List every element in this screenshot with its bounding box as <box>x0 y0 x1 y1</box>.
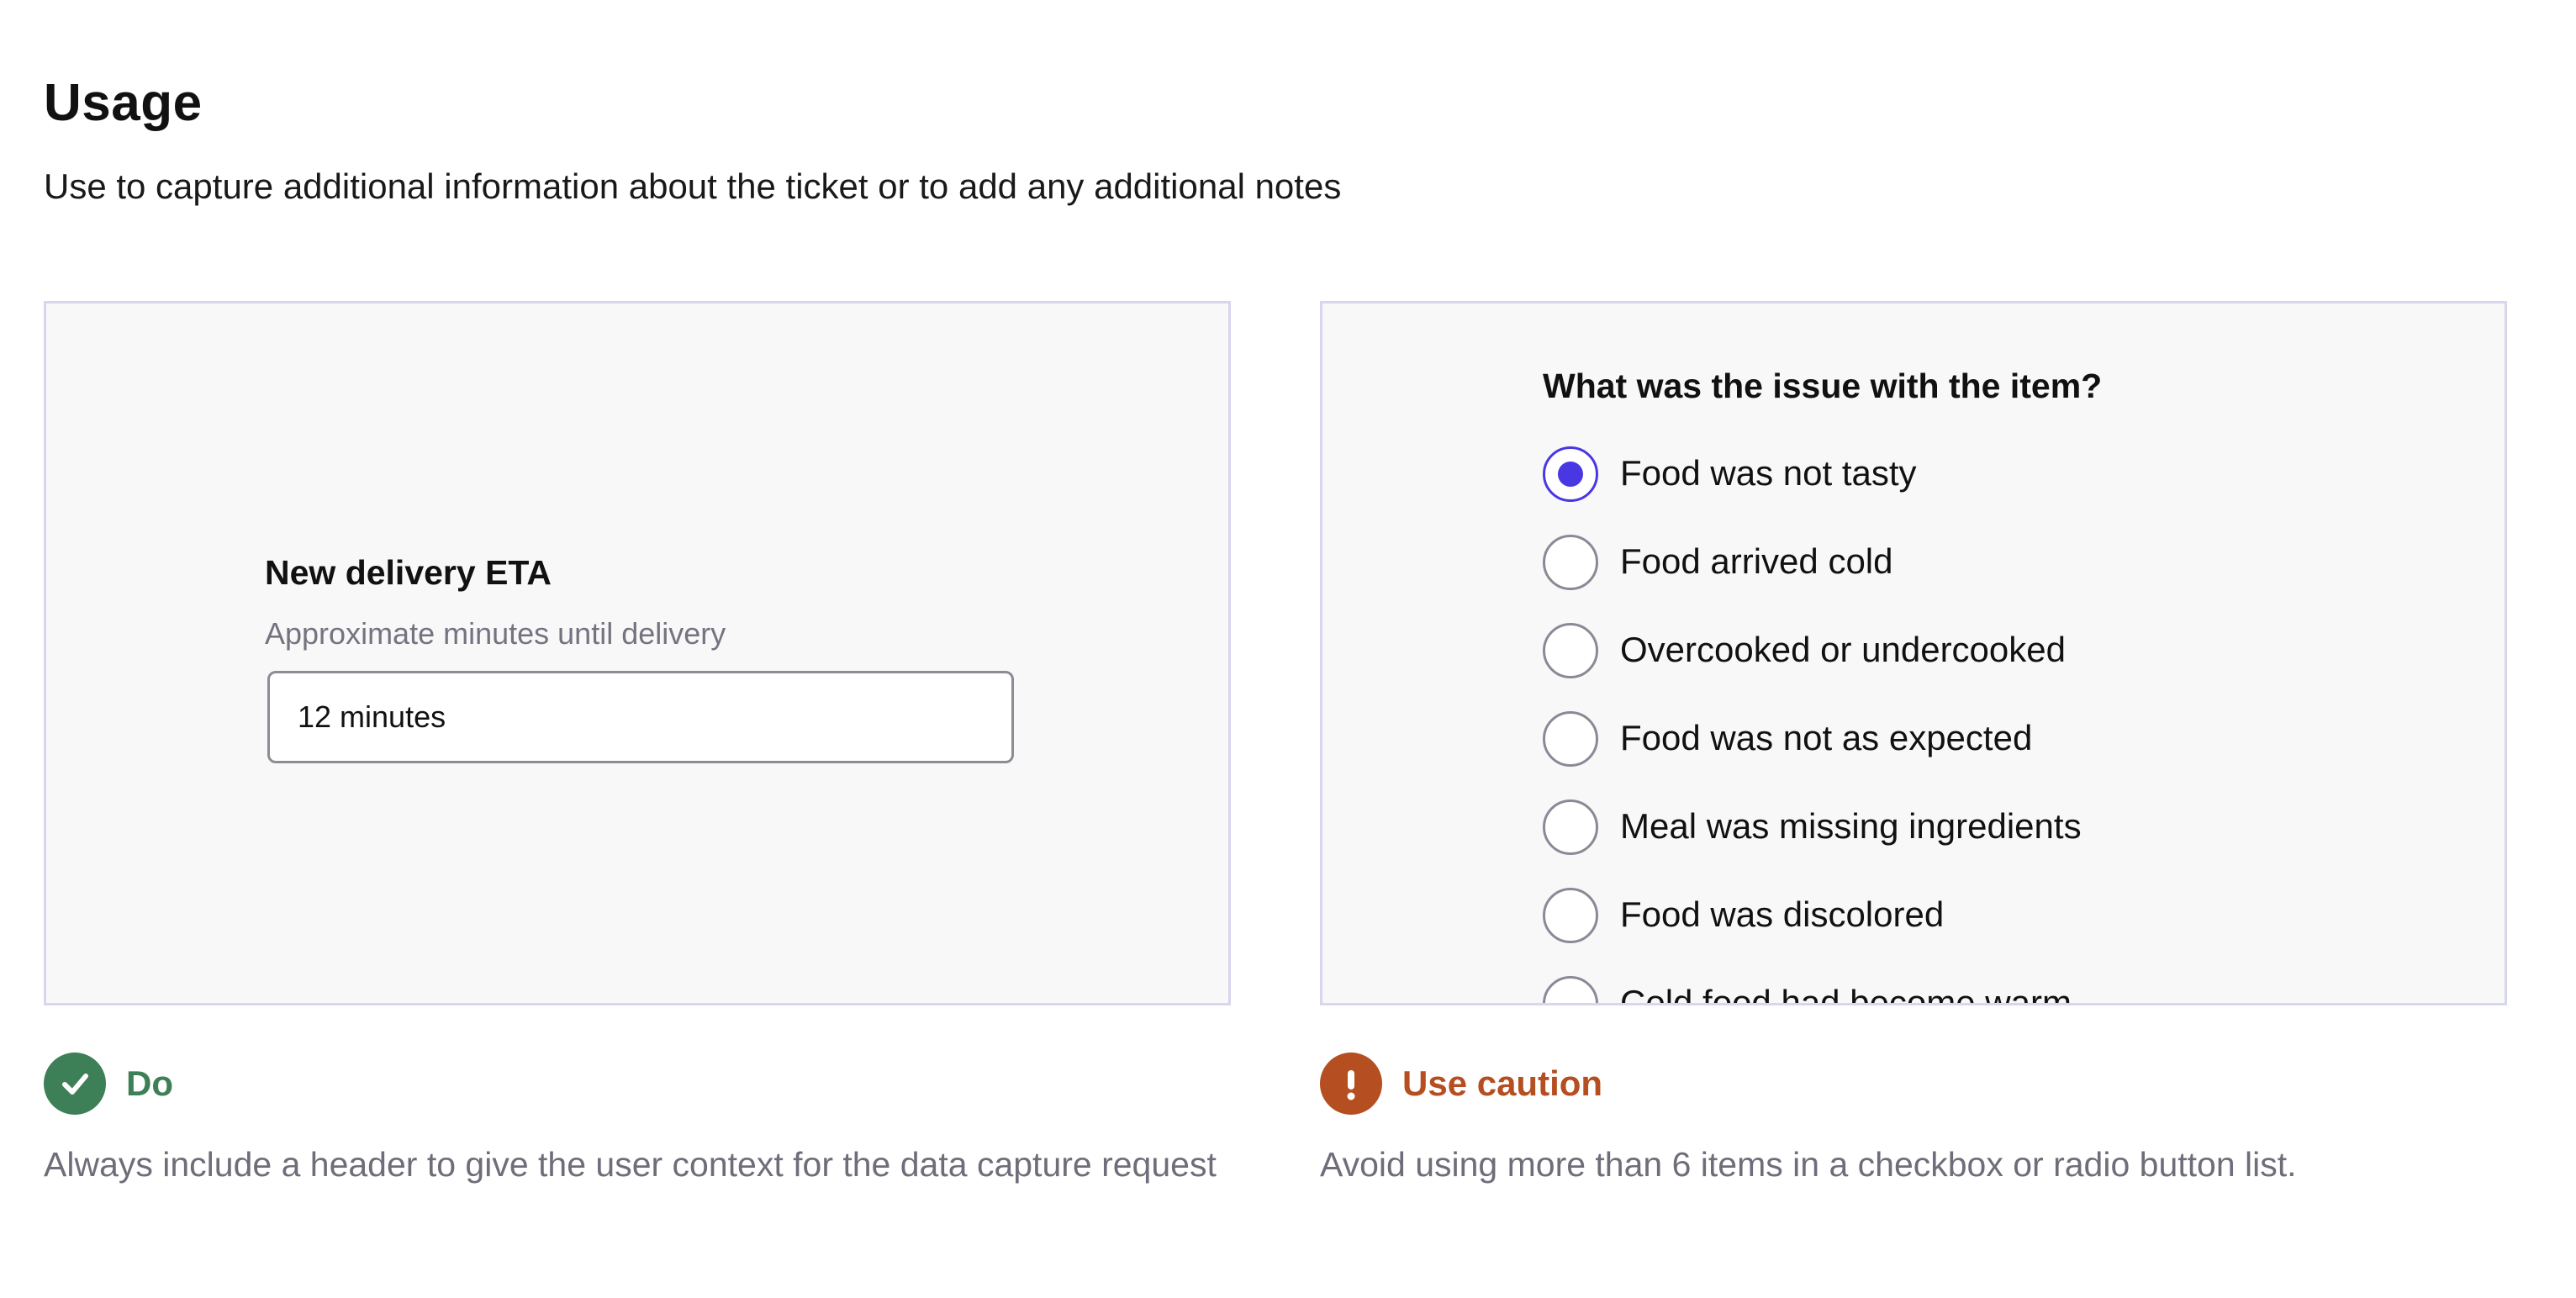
radio-option-label: Meal was missing ingredients <box>1620 806 2082 846</box>
do-guidance: Always include a header to give the user… <box>44 1145 1217 1184</box>
radio-selected-icon <box>1543 446 1598 502</box>
do-label: Do <box>126 1063 173 1103</box>
exclamation-icon <box>1320 1053 1382 1115</box>
question-heading: What was the issue with the item? <box>1543 367 2103 405</box>
field-label: New delivery ETA <box>265 553 552 592</box>
radio-dot-icon <box>1558 462 1583 487</box>
radio-unselected-icon <box>1543 711 1598 767</box>
radio-unselected-icon <box>1543 535 1598 590</box>
radio-option-label: Food was not as expected <box>1620 718 2033 757</box>
caution-label: Use caution <box>1402 1063 1603 1103</box>
do-example-panel: New delivery ETA Approximate minutes unt… <box>44 301 1231 1005</box>
page-title: Usage <box>44 74 203 132</box>
radio-unselected-icon <box>1543 976 1598 1003</box>
radio-unselected-icon <box>1543 888 1598 943</box>
radio-option-label: Food arrived cold <box>1620 541 1893 581</box>
radio-option-label: Cold food had become warm <box>1620 983 2072 1005</box>
radio-unselected-icon <box>1543 799 1598 855</box>
usage-page: Usage Use to capture additional informat… <box>0 0 2576 1298</box>
radio-option-label: Food was not tasty <box>1620 453 1917 493</box>
caution-status: Use caution <box>1320 1053 1602 1115</box>
delivery-eta-input[interactable] <box>267 671 1014 763</box>
radio-unselected-icon <box>1543 623 1598 678</box>
radio-option-label: Overcooked or undercooked <box>1620 630 2066 669</box>
field-hint: Approximate minutes until delivery <box>265 616 726 651</box>
checkmark-icon <box>44 1053 106 1115</box>
caution-example-panel: What was the issue with the item? Food w… <box>1320 301 2507 1005</box>
do-status: Do <box>44 1053 173 1115</box>
page-description: Use to capture additional information ab… <box>44 166 1342 206</box>
radio-option-label: Food was discolored <box>1620 894 1945 934</box>
caution-guidance: Avoid using more than 6 items in a check… <box>1320 1145 2297 1184</box>
